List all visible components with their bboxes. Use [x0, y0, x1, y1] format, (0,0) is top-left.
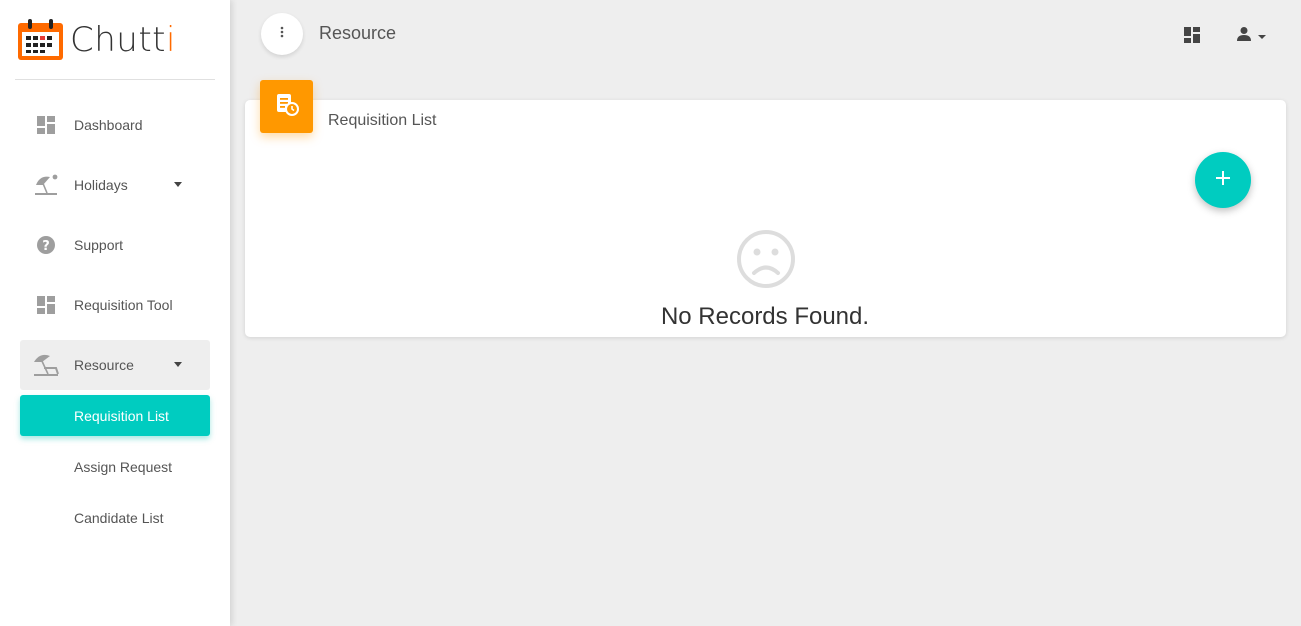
sidebar-subitem-requisition-list[interactable]: Requisition List: [20, 395, 210, 436]
user-menu-button[interactable]: [1236, 26, 1266, 47]
logo-divider: [15, 79, 215, 80]
sidebar-toggle-button[interactable]: [261, 13, 303, 55]
sidebar-subitem-label: Requisition List: [74, 407, 169, 424]
sidebar-subitem-assign-request[interactable]: Assign Request: [20, 446, 210, 487]
sidebar: Chutti Dashboard Holidays ? Support Requ…: [0, 0, 230, 626]
chevron-down-icon: [1258, 34, 1266, 39]
beach-chair-icon: [32, 352, 60, 378]
dashboard-icon: [32, 115, 60, 135]
sidebar-item-label: Dashboard: [74, 117, 143, 133]
sidebar-subitem-candidate-list[interactable]: Candidate List: [20, 497, 210, 538]
sidebar-subitem-label: Candidate List: [74, 509, 164, 526]
app-name-accent: i: [166, 19, 176, 60]
card-header-badge: [260, 80, 313, 133]
empty-state-message: No Records Found.: [660, 303, 870, 330]
sidebar-item-label: Holidays: [74, 177, 128, 193]
sidebar-item-label: Support: [74, 237, 124, 253]
plus-icon: [1215, 170, 1231, 191]
sidebar-item-resource[interactable]: Resource: [20, 340, 210, 390]
sidebar-subitem-label: Assign Request: [74, 458, 173, 475]
sad-face-icon: [736, 229, 796, 294]
document-clock-icon: [275, 92, 299, 121]
sidebar-item-holidays[interactable]: Holidays: [20, 160, 210, 210]
app-name: Chutti: [70, 23, 176, 57]
dashboard-button[interactable]: [1184, 27, 1200, 48]
sidebar-item-dashboard[interactable]: Dashboard: [20, 100, 210, 150]
dashboard-icon: [1184, 27, 1200, 47]
person-icon: [1236, 26, 1252, 47]
sidebar-item-label: Requisition Tool: [74, 297, 173, 313]
sidebar-item-label: Resource: [74, 357, 134, 373]
sidebar-item-support[interactable]: ? Support: [20, 220, 210, 270]
beach-icon: [32, 173, 60, 197]
app-name-main: Chutt: [70, 19, 166, 60]
page-title: Resource: [319, 23, 397, 43]
requisition-list-card: [245, 100, 1286, 337]
chevron-down-icon: [174, 182, 182, 187]
dashboard-icon: [32, 295, 60, 315]
more-vert-icon: [280, 25, 284, 43]
chevron-down-icon: [174, 362, 182, 367]
sidebar-nav: Dashboard Holidays ? Support Requisition…: [20, 100, 210, 548]
add-requisition-button[interactable]: [1195, 152, 1251, 208]
calendar-logo-icon: [17, 18, 64, 61]
card-title: Requisition List: [328, 112, 437, 129]
svg-text:?: ?: [42, 239, 50, 254]
app-logo[interactable]: Chutti: [17, 18, 176, 61]
sidebar-item-requisition-tool[interactable]: Requisition Tool: [20, 280, 210, 330]
help-icon: ?: [32, 235, 60, 255]
